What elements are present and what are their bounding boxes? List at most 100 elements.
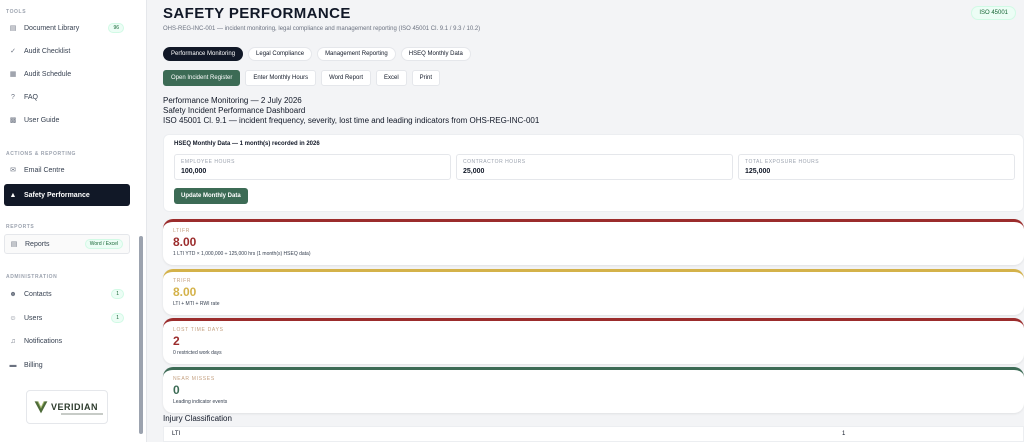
report-icon: ▤ xyxy=(10,241,18,248)
sidebar-item-label: Audit Schedule xyxy=(24,70,72,78)
excel-button[interactable]: Excel xyxy=(375,70,407,86)
total-hours-label: TOTAL EXPOSURE HOURS xyxy=(745,159,820,165)
contractor-hours-label: CONTRACTOR HOURS xyxy=(463,159,526,165)
book-icon: ▩ xyxy=(9,117,17,124)
kpi-value: 0 xyxy=(173,383,180,397)
enter-monthly-hours-button[interactable]: Enter Monthly Hours xyxy=(245,70,317,86)
kpi-label: LOST TIME DAYS xyxy=(173,327,224,333)
sidebar-item-users[interactable]: ☺ Users 1 xyxy=(4,308,130,328)
injury-table: LTI 1 xyxy=(163,426,1024,442)
logo-text: VERIDIAN xyxy=(51,402,99,412)
bell-icon: ♫ xyxy=(10,337,16,345)
sidebar-item-safety-performance[interactable]: ▲ Safety Performance xyxy=(4,184,130,206)
open-incident-register-button[interactable]: Open Incident Register xyxy=(163,70,241,86)
count-badge: 96 xyxy=(108,23,124,33)
sidebar-item-label: Users xyxy=(24,314,43,322)
count-badge: 1 xyxy=(111,289,124,299)
checkmark-icon: ✓ xyxy=(10,48,16,55)
sidebar-item-email-centre[interactable]: ✉ Email Centre xyxy=(4,160,130,180)
kpi-note: Leading indicator events xyxy=(173,399,228,405)
kpi-card-near-misses: NEAR MISSES 0 Leading indicator events xyxy=(163,367,1024,413)
logo-icon xyxy=(34,401,48,414)
sidebar-item-user-guide[interactable]: ▩ User Guide xyxy=(4,110,130,130)
section-label-actions: ACTIONS & REPORTING xyxy=(6,151,77,157)
sidebar-item-label: Billing xyxy=(24,361,43,369)
sidebar-item-faq[interactable]: ? FAQ xyxy=(4,87,130,107)
tab-management-reporting[interactable]: Management Reporting xyxy=(317,47,396,61)
contractor-hours-box: CONTRACTOR HOURS 25,000 xyxy=(456,154,733,180)
tab-hseq-monthly-data[interactable]: HSEQ Monthly Data xyxy=(400,47,471,61)
tab-performance-monitoring[interactable]: Performance Monitoring xyxy=(163,47,244,61)
kpi-card-trifr: TRIFR 8.00 LTI + MTI + RWI rate xyxy=(163,269,1024,315)
sidebar-item-audit-schedule[interactable]: ▦ Audit Schedule xyxy=(4,64,130,84)
sidebar-item-document-library[interactable]: ▤ Document Library 96 xyxy=(4,18,130,38)
sidebar-item-label: Audit Checklist xyxy=(24,47,71,55)
contacts-icon: ☻ xyxy=(9,290,17,298)
print-button[interactable]: Print xyxy=(411,70,440,86)
sidebar-item-label: Reports xyxy=(25,240,50,248)
card-icon: ▬ xyxy=(9,361,17,369)
sidebar-item-label: Notifications xyxy=(24,337,63,345)
kpi-note: LTI + MTI + RWI rate xyxy=(173,301,220,307)
report-title-line: Safety Incident Performance Dashboard xyxy=(163,106,306,115)
kpi-label: NEAR MISSES xyxy=(173,376,215,382)
sidebar-item-label: FAQ xyxy=(24,93,39,101)
iso-badge: ISO 45001 xyxy=(971,6,1016,20)
word-report-button[interactable]: Word Report xyxy=(321,70,371,86)
report-heading: Performance Monitoring — 2 July 2026 Saf… xyxy=(163,96,539,126)
sidebar-item-reports[interactable]: ▤ Reports Word / Excel xyxy=(4,234,130,254)
section-label-administration: ADMINISTRATION xyxy=(6,274,58,280)
table-cell-label: LTI xyxy=(172,431,181,437)
employee-hours-box: EMPLOYEE HOURS 100,000 xyxy=(174,154,451,180)
hseq-panel: HSEQ Monthly Data — 1 month(s) recorded … xyxy=(163,134,1024,212)
calendar-icon: ▦ xyxy=(9,71,17,78)
total-hours-value: 125,000 xyxy=(745,168,771,175)
employee-hours-value: 100,000 xyxy=(181,168,207,175)
sidebar-item-notifications[interactable]: ♫ Notifications xyxy=(4,331,130,351)
sidebar-item-label: User Guide xyxy=(24,116,60,124)
kpi-value: 8.00 xyxy=(173,235,197,249)
tab-bar: Performance Monitoring Legal Compliance … xyxy=(163,47,471,61)
kpi-card-ltifr: LTIFR 8.00 1 LTI YTD × 1,000,000 ÷ 125,0… xyxy=(163,219,1024,265)
section-label-tools: TOOLS xyxy=(6,9,27,15)
kpi-value: 2 xyxy=(173,334,180,348)
employee-hours-label: EMPLOYEE HOURS xyxy=(181,159,235,165)
sidebar-item-label: Contacts xyxy=(24,290,52,298)
sidebar-item-contacts[interactable]: ☻ Contacts 1 xyxy=(4,284,130,304)
tab-legal-compliance[interactable]: Legal Compliance xyxy=(248,47,313,61)
sidebar-item-label: Safety Performance xyxy=(24,191,90,199)
section-label-reports: REPORTS xyxy=(6,224,35,230)
logo-tagline-bar xyxy=(61,413,103,415)
users-icon: ☺ xyxy=(9,314,17,322)
injury-classification-heading: Injury Classification xyxy=(163,414,232,423)
page-title: SAFETY PERFORMANCE xyxy=(163,5,351,22)
sidebar: TOOLS ▤ Document Library 96 ✓ Audit Chec… xyxy=(0,0,147,442)
action-toolbar: Open Incident Register Enter Monthly Hou… xyxy=(163,70,440,86)
sidebar-item-label: Document Library xyxy=(24,24,80,32)
kpi-label: TRIFR xyxy=(173,278,192,284)
main-content: SAFETY PERFORMANCE OHS-REG-INC-001 — inc… xyxy=(147,0,1024,442)
sidebar-item-label: Email Centre xyxy=(24,166,65,174)
sidebar-item-audit-checklist[interactable]: ✓ Audit Checklist xyxy=(4,41,130,61)
sidebar-item-billing[interactable]: ▬ Billing xyxy=(4,355,130,375)
table-cell-value: 1 xyxy=(842,431,846,437)
mail-icon: ✉ xyxy=(10,167,16,174)
format-badge: Word / Excel xyxy=(84,239,123,249)
report-date-line: Performance Monitoring — 2 July 2026 xyxy=(163,96,302,105)
hseq-panel-title: HSEQ Monthly Data — 1 month(s) recorded … xyxy=(174,141,320,147)
sidebar-scrollbar[interactable] xyxy=(139,236,143,434)
page-subtitle: OHS-REG-INC-001 — incident monitoring, l… xyxy=(163,26,481,32)
kpi-value: 8.00 xyxy=(173,285,197,299)
total-hours-box: TOTAL EXPOSURE HOURS 125,000 xyxy=(738,154,1015,180)
kpi-note: 0 restricted work days xyxy=(173,350,222,356)
kpi-label: LTIFR xyxy=(173,228,191,234)
question-icon: ? xyxy=(11,93,15,101)
kpi-card-lost-time-days: LOST TIME DAYS 2 0 restricted work days xyxy=(163,318,1024,364)
brand-logo: VERIDIAN xyxy=(26,390,108,424)
update-monthly-data-button[interactable]: Update Monthly Data xyxy=(174,188,248,204)
library-icon: ▤ xyxy=(9,25,17,32)
report-scope-line: ISO 45001 Cl. 9.1 — incident frequency, … xyxy=(163,116,540,125)
chart-icon: ▲ xyxy=(9,191,17,199)
kpi-note: 1 LTI YTD × 1,000,000 ÷ 125,000 hrs (1 m… xyxy=(173,251,311,257)
contractor-hours-value: 25,000 xyxy=(463,168,485,175)
